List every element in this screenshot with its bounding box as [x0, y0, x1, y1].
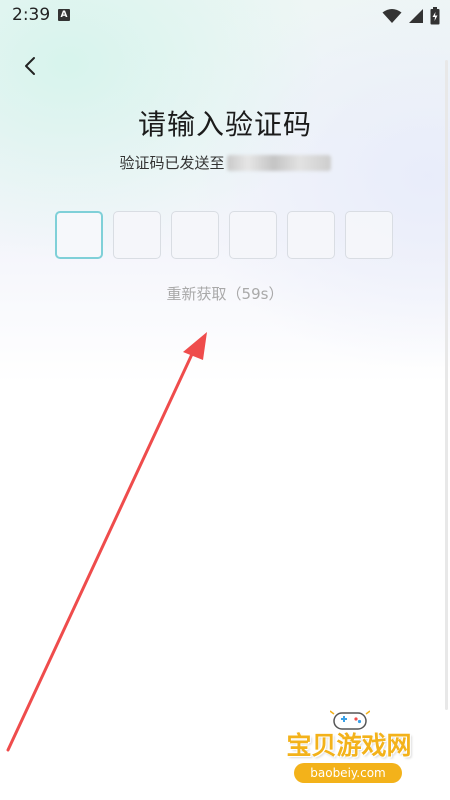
back-button[interactable]: [14, 50, 46, 82]
code-digit-6[interactable]: [345, 211, 393, 259]
status-bar: 2:39 A: [0, 0, 450, 32]
notification-badge: A: [58, 9, 70, 21]
watermark-title: 宝贝游戏网: [286, 731, 412, 760]
sent-to-text: 验证码已发送至: [0, 152, 450, 173]
resend-countdown: 重新获取（59s）: [166, 285, 284, 303]
watermark-logo: 宝贝游戏网 baobeiy.com: [274, 708, 424, 792]
scrollbar-track: [445, 60, 448, 710]
code-digit-5[interactable]: [287, 211, 335, 259]
code-digit-2[interactable]: [113, 211, 161, 259]
wifi-icon: [382, 9, 402, 23]
battery-icon: [430, 7, 440, 25]
code-digit-3[interactable]: [171, 211, 219, 259]
sent-to-label: 验证码已发送至: [119, 154, 225, 172]
verification-code-input[interactable]: [55, 211, 393, 259]
status-time: 2:39: [12, 5, 51, 25]
code-digit-4[interactable]: [229, 211, 277, 259]
chevron-left-icon: [25, 57, 35, 75]
code-digit-1[interactable]: [55, 211, 103, 259]
cell-signal-icon: [409, 9, 423, 23]
masked-phone-number: [226, 155, 331, 171]
page-title: 请输入验证码: [137, 108, 312, 141]
status-icons: [382, 7, 440, 25]
watermark-url: baobeiy.com: [294, 763, 402, 783]
